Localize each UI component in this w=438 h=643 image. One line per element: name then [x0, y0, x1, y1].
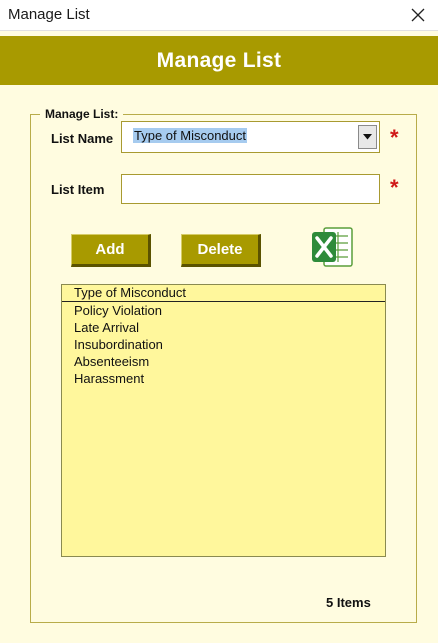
- chevron-down-icon[interactable]: [358, 125, 377, 149]
- required-marker: *: [390, 125, 399, 150]
- add-button[interactable]: Add: [71, 234, 151, 267]
- excel-icon[interactable]: [310, 224, 354, 270]
- delete-button[interactable]: Delete: [181, 234, 261, 267]
- list-name-label: List Name: [51, 131, 114, 146]
- group-label: Manage List:: [40, 107, 124, 121]
- list-item[interactable]: Absenteeism: [62, 353, 385, 370]
- required-marker: *: [390, 175, 399, 200]
- list-item-field[interactable]: [121, 174, 380, 204]
- list-items-box[interactable]: Type of Misconduct Policy Violation Late…: [61, 284, 386, 557]
- list-name-dropdown[interactable]: Type of Misconduct: [121, 121, 380, 153]
- list-item-input[interactable]: [122, 175, 379, 203]
- page-title: Manage List: [156, 48, 282, 72]
- list-name-value: Type of Misconduct: [133, 128, 247, 143]
- item-count: 5 Items: [326, 595, 371, 610]
- list-item[interactable]: Policy Violation: [62, 302, 385, 319]
- list-item[interactable]: Late Arrival: [62, 319, 385, 336]
- window-title: Manage List: [8, 6, 90, 23]
- header-banner: Manage List: [0, 36, 438, 85]
- list-item[interactable]: Harassment: [62, 370, 385, 387]
- list-header: Type of Misconduct: [62, 285, 385, 302]
- list-item[interactable]: Insubordination: [62, 336, 385, 353]
- window-titlebar: Manage List: [0, 0, 438, 31]
- list-item-label: List Item: [51, 182, 105, 197]
- close-icon[interactable]: [404, 2, 432, 28]
